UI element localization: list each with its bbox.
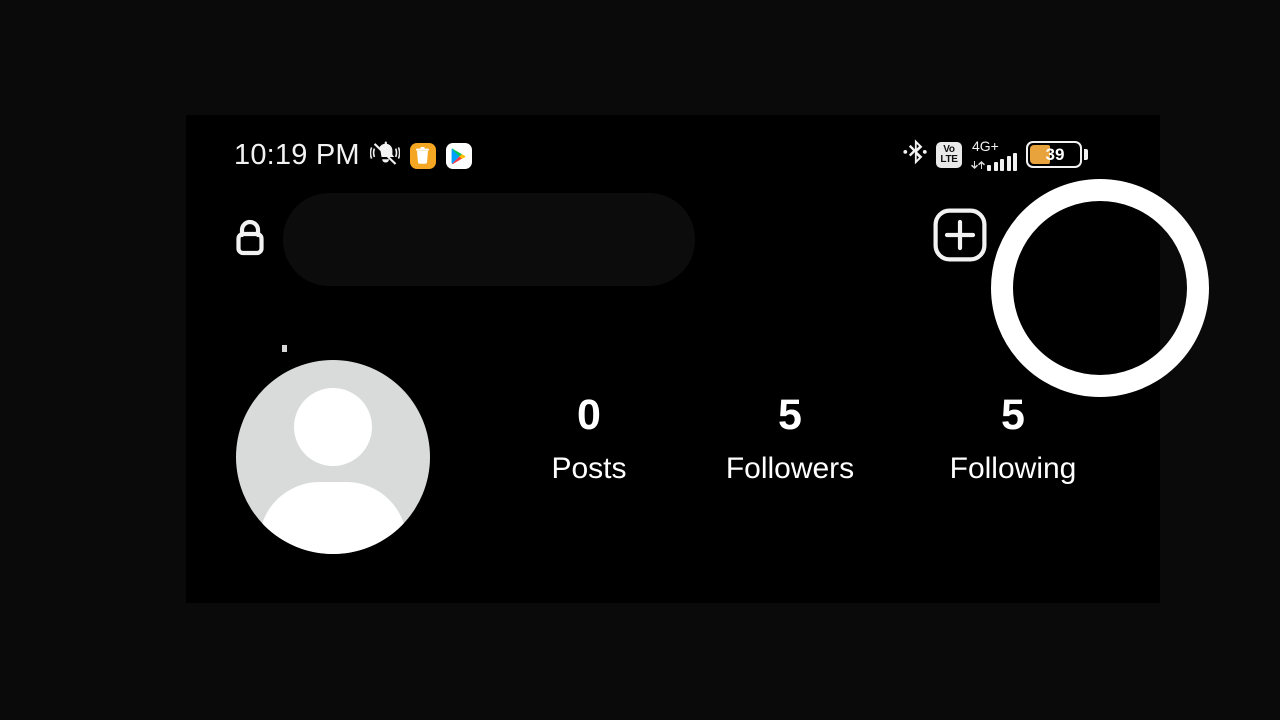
screenshot-canvas: 10:19 PM Vo LTE 4G+ 39 0 Posts 5 Followe… [0,0,1280,720]
profile-header [186,193,1160,352]
profile-stats: 0 Posts 5 Followers 5 Following [496,391,1146,488]
stat-following[interactable]: 5 Following [898,391,1128,488]
plus-square-icon [933,208,987,262]
play-store-icon [445,142,472,169]
avatar-body [259,482,407,554]
stat-posts[interactable]: 0 Posts [496,391,682,488]
status-bar-left: 10:19 PM [234,139,472,172]
stat-following-label: Following [949,452,1077,486]
status-clock: 10:19 PM [234,139,360,171]
volte-line2: LTE [940,153,958,165]
battery-body: 39 [1026,141,1082,168]
network-indicator: 4G+ [971,139,1017,171]
stat-posts-label: Posts [551,452,627,486]
trash-icon [409,142,436,169]
stat-followers-label: Followers [725,452,855,486]
stat-following-value: 5 [1001,391,1025,439]
signal-strength-icon [971,152,1017,171]
avatar[interactable] [236,360,430,554]
status-bar-right: Vo LTE 4G+ 39 [903,137,1088,172]
bluetooth-icon [903,137,927,172]
hamburger-menu-button[interactable] [1050,208,1112,270]
battery-cap [1084,149,1088,160]
battery-percent: 39 [1045,145,1065,164]
add-post-button[interactable] [933,208,987,262]
data-transfer-arrows-icon [971,160,985,169]
battery-icon: 39 [1026,141,1088,168]
volte-icon: Vo LTE [936,141,962,168]
stat-followers-value: 5 [778,391,802,439]
mute-vibrate-icon [369,139,401,172]
username-redaction-overlay[interactable] [283,193,695,286]
status-bar: 10:19 PM Vo LTE 4G+ 39 [186,115,1160,193]
stat-posts-value: 0 [577,391,601,439]
stat-followers[interactable]: 5 Followers [682,391,898,488]
lock-icon [232,217,268,264]
phone-screen: 10:19 PM Vo LTE 4G+ 39 0 Posts 5 Followe… [186,115,1160,603]
profile-summary: 0 Posts 5 Followers 5 Following [186,345,1160,575]
avatar-head [294,388,372,466]
network-type-label: 4G+ [972,137,999,154]
